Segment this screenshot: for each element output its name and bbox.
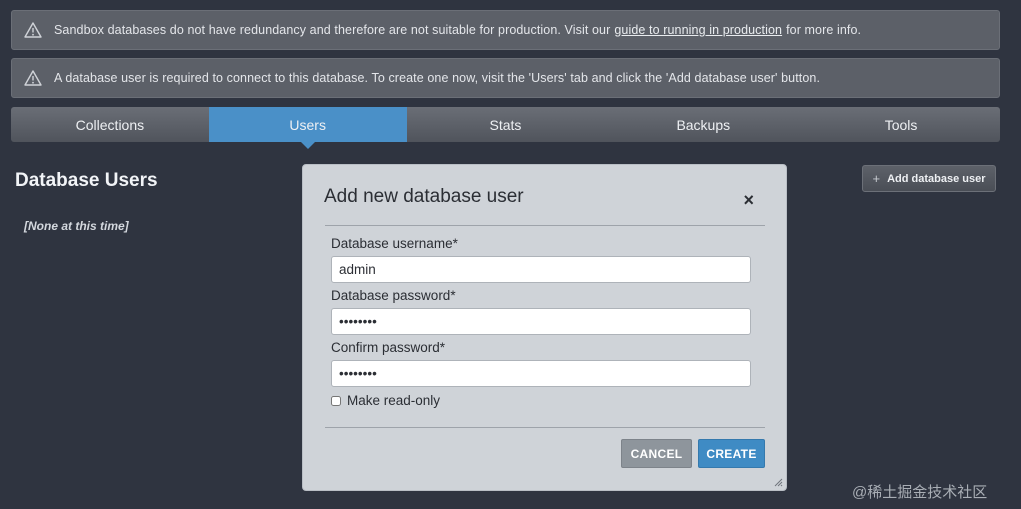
warning-triangle-icon <box>24 22 42 38</box>
username-input[interactable] <box>331 256 751 283</box>
tab-tools[interactable]: Tools <box>802 107 1000 142</box>
password-label: Database password* <box>331 288 456 303</box>
watermark: @稀土掘金技术社区 <box>852 484 988 501</box>
add-database-user-label: Add database user <box>887 172 986 185</box>
tab-collections[interactable]: Collections <box>11 107 209 142</box>
dialog-title: Add new database user <box>324 186 524 207</box>
user-required-banner: A database user is required to connect t… <box>11 58 1000 98</box>
production-guide-link[interactable]: guide to running in production <box>614 23 782 37</box>
password-input[interactable] <box>331 308 751 335</box>
close-icon[interactable]: × <box>743 191 754 209</box>
banner-text: A database user is required to connect t… <box>54 71 821 85</box>
warning-triangle-icon <box>24 70 42 86</box>
divider <box>325 225 765 226</box>
resize-handle-icon[interactable] <box>773 477 783 487</box>
read-only-option[interactable]: Make read-only <box>331 393 440 408</box>
cancel-button[interactable]: CANCEL <box>621 439 692 468</box>
add-user-dialog: Add new database user × Database usernam… <box>302 164 787 491</box>
plus-icon: + <box>872 171 881 186</box>
confirm-password-input[interactable] <box>331 360 751 387</box>
sandbox-warning-banner: Sandbox databases do not have redundancy… <box>11 10 1000 50</box>
divider <box>325 427 765 428</box>
read-only-label: Make read-only <box>347 393 441 408</box>
create-button[interactable]: CREATE <box>698 439 765 468</box>
page-title: Database Users <box>15 170 158 191</box>
banner-text-suffix: for more info. <box>786 23 862 37</box>
read-only-checkbox[interactable] <box>331 395 341 406</box>
username-label: Database username* <box>331 236 458 251</box>
add-database-user-button[interactable]: + Add database user <box>862 165 996 192</box>
tab-backups[interactable]: Backups <box>604 107 802 142</box>
database-tabs: Collections Users Stats Backups Tools <box>11 107 1000 149</box>
tab-stats[interactable]: Stats <box>407 107 605 142</box>
confirm-password-label: Confirm password* <box>331 340 446 355</box>
banner-text: Sandbox databases do not have redundancy… <box>54 23 611 37</box>
tab-users[interactable]: Users <box>208 107 407 149</box>
empty-users-note: [None at this time] <box>24 219 129 233</box>
